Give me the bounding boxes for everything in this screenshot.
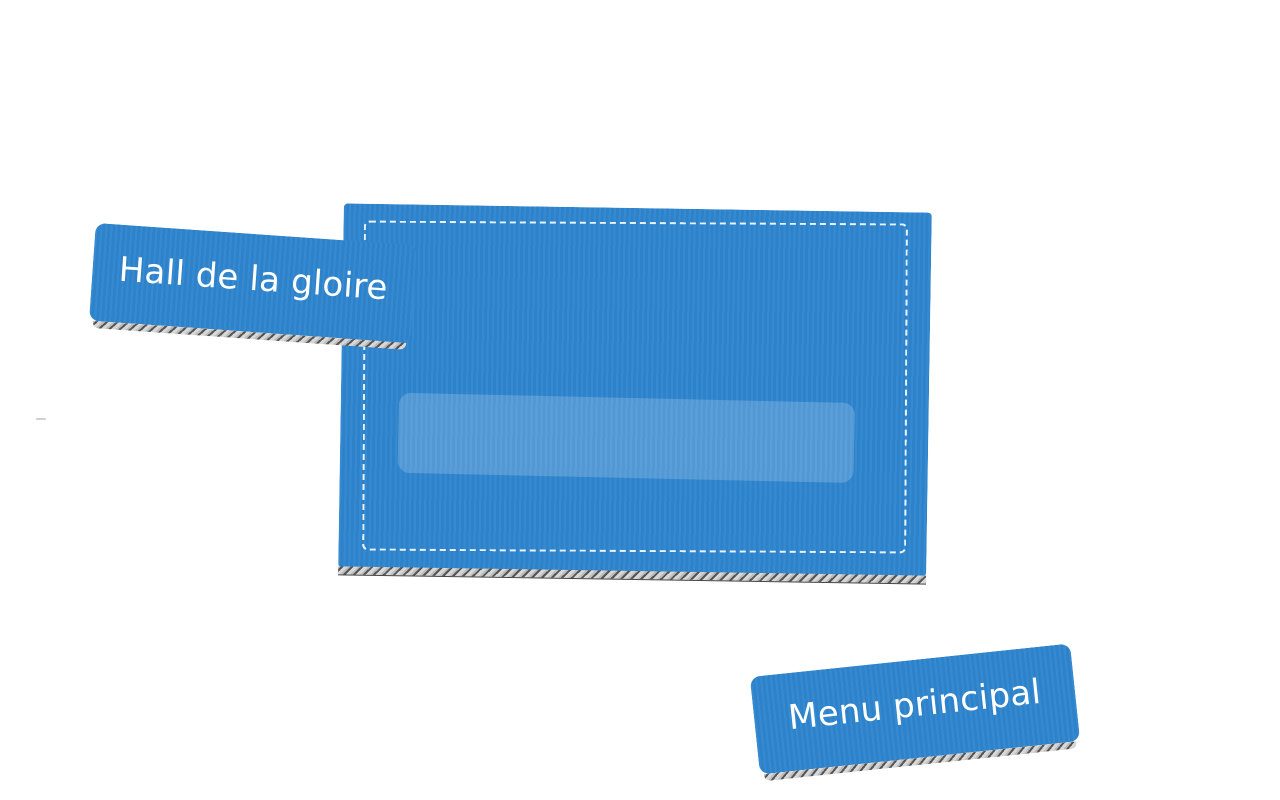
panel-stitching	[362, 220, 908, 554]
name-input-field[interactable]	[397, 392, 856, 484]
hall-of-fame-button[interactable]: Hall de la gloire	[88, 222, 418, 350]
hall-of-fame-label: Hall de la gloire	[117, 249, 390, 309]
game-screen: Hall de la gloire Menu principal	[0, 0, 1280, 800]
name-entry-panel	[338, 203, 932, 585]
stray-speck	[36, 418, 46, 420]
panel-cardboard-edge	[338, 566, 927, 585]
main-menu-button[interactable]: Menu principal	[749, 643, 1081, 782]
hall-of-fame-cardboard-edge	[92, 320, 407, 350]
main-menu-label: Menu principal	[786, 671, 1043, 739]
main-menu-cardboard-edge	[763, 741, 1077, 782]
